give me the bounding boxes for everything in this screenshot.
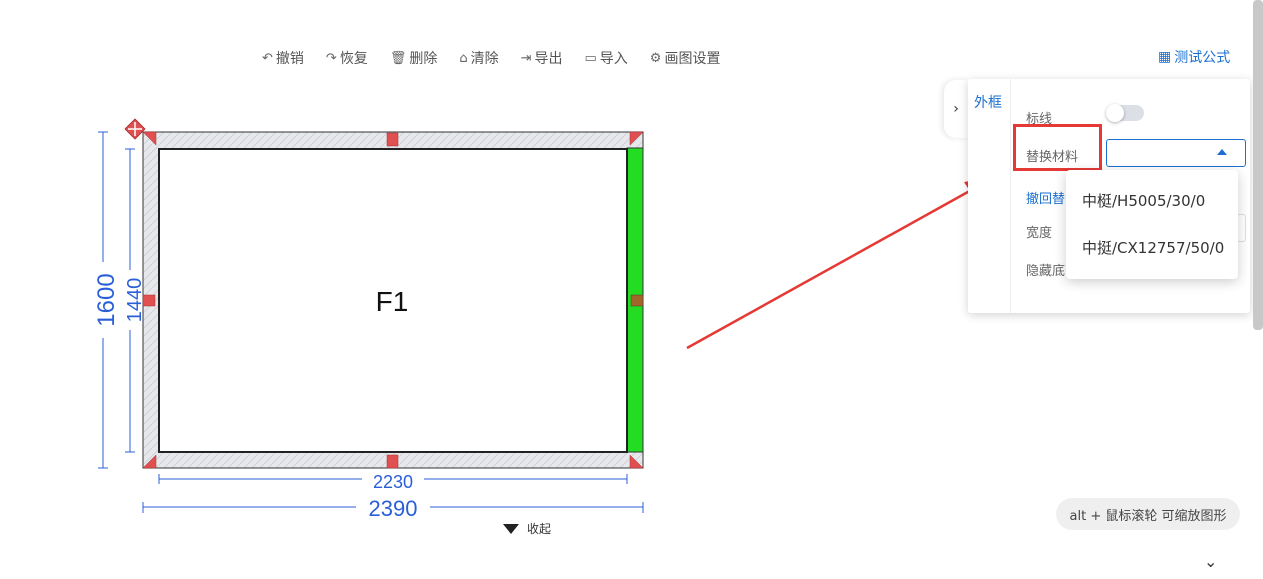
zoom-hint: alt + 鼠标滚轮 可缩放图形 <box>1056 498 1240 530</box>
material-select[interactable] <box>1106 139 1246 167</box>
scrollbar[interactable] <box>1253 0 1263 330</box>
caret-up-icon <box>1217 149 1227 155</box>
material-dropdown: 中梃/H5005/30/0 中挺/CX12757/50/0 <box>1066 170 1238 279</box>
width-label: 宽度 <box>1026 226 1053 241</box>
panel-toggle[interactable]: › <box>944 80 968 138</box>
toggle-knob <box>1106 104 1124 122</box>
annotation-box <box>1013 124 1102 171</box>
line-toggle[interactable] <box>1106 104 1144 122</box>
hide-label: 隐藏底 <box>1026 264 1066 279</box>
undo-replace-link[interactable]: 撤回替 <box>1026 188 1065 207</box>
chevron-down-icon[interactable]: ⌄ <box>1204 552 1217 571</box>
dropdown-option[interactable]: 中梃/H5005/30/0 <box>1082 190 1205 211</box>
dropdown-option[interactable]: 中挺/CX12757/50/0 <box>1082 237 1224 258</box>
tab-outer-frame[interactable]: 外框 <box>974 92 1002 112</box>
panel-tabs: 外框 <box>968 79 1011 313</box>
chevron-right-icon: › <box>953 101 959 117</box>
